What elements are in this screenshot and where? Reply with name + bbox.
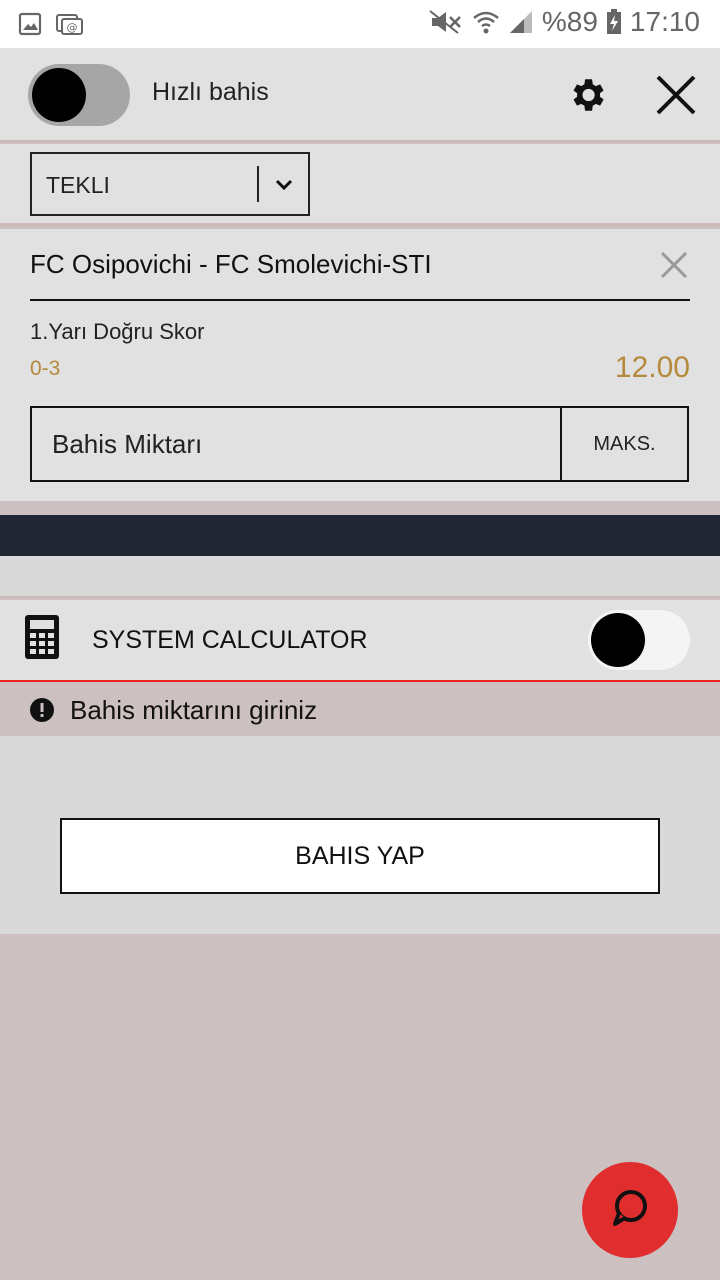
selection-value: 0-3 (30, 357, 61, 380)
stake-box: MAKS. (30, 406, 689, 482)
warning-text: Bahis miktarını giriniz (70, 695, 318, 725)
warning-row: Bahis miktarını giriniz (0, 684, 720, 736)
remove-bet-icon[interactable] (660, 251, 688, 279)
quick-bet-label: Hızlı bahis (152, 78, 269, 106)
quick-bet-toggle[interactable] (28, 64, 130, 126)
bet-card: FC Osipovichi - FC Smolevichi-STI 1.Yarı… (0, 229, 720, 501)
status-bar: @ %89 17:10 (0, 0, 720, 48)
email-notification-icon: @ (56, 12, 84, 36)
odds-value: 12.00 (614, 351, 690, 384)
match-title: FC Osipovichi - FC Smolevichi-STI (30, 249, 432, 279)
mute-icon (428, 9, 464, 35)
chevron-down-icon (272, 174, 296, 196)
place-bet-button[interactable]: BAHIS YAP (60, 818, 660, 894)
bet-type-select[interactable]: TEKLI (30, 152, 310, 216)
wifi-icon (472, 9, 500, 35)
svg-text:@: @ (67, 21, 78, 34)
betslip-header: Hızlı bahis (0, 48, 720, 142)
battery-charging-icon (606, 9, 622, 35)
signal-icon (508, 9, 534, 35)
bet-type-value: TEKLI (46, 172, 110, 198)
system-calculator-label: SYSTEM CALCULATOR (92, 626, 368, 654)
chat-icon (608, 1186, 652, 1235)
spacer (0, 556, 720, 598)
system-calculator-toggle[interactable] (588, 610, 690, 670)
alert-icon (30, 698, 54, 722)
max-stake-button[interactable]: MAKS. (560, 408, 687, 480)
bet-type-row: TEKLI (0, 144, 720, 226)
battery-percent: %89 (541, 6, 598, 37)
divider-band (0, 515, 720, 556)
close-icon[interactable] (654, 73, 698, 117)
system-calculator-row: SYSTEM CALCULATOR (0, 600, 720, 682)
place-bet-area: BAHIS YAP (0, 736, 720, 934)
chat-button[interactable] (582, 1162, 678, 1258)
stake-input[interactable] (32, 408, 560, 480)
clock: 17:10 (629, 6, 700, 37)
calculator-icon (24, 614, 60, 660)
market-name: 1.Yarı Doğru Skor (30, 319, 205, 344)
gallery-icon (18, 12, 42, 36)
gear-icon[interactable] (566, 74, 608, 116)
